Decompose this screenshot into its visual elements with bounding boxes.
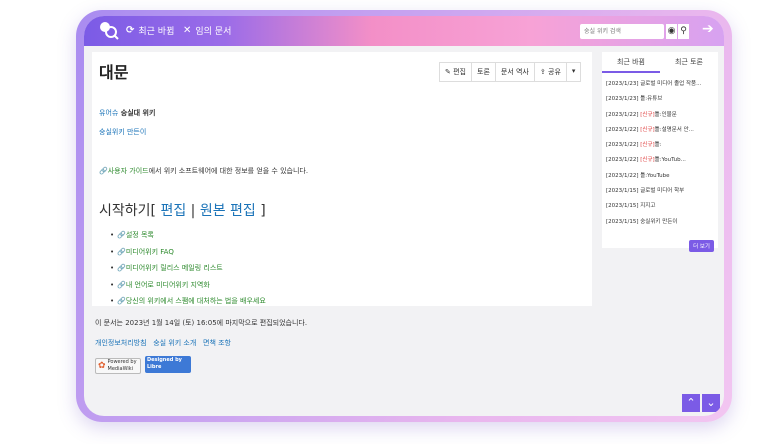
recent-item[interactable]: [2023/1/15] 숭실위키 만든이 <box>606 215 718 230</box>
random-page-link[interactable]: ✕ 임의 문서 <box>183 24 231 37</box>
guide-link[interactable]: 🔗사용자 가이드 <box>99 167 149 175</box>
footer-links: 개인정보처리방침 숭실 위키 소개 면책 조항 <box>95 338 231 348</box>
edit-button[interactable]: ✎ 편집 <box>440 63 472 81</box>
sidebar-recent-panel: 최근 바뀜 최근 토론 [2023/1/23] 글로벌 미디어 졸업 작품...… <box>602 52 718 252</box>
scroll-up-icon[interactable]: ⌃ <box>682 394 700 412</box>
article-content: 대문 ✎ 편집 토론 문서 역사 ⇪ 공유 ▾ 유어슈 숭실대 위키 숭실위키 … <box>92 52 592 306</box>
view-icon[interactable]: ◉ <box>666 24 677 39</box>
section-heading: 시작하기[ 편집 | 원본 편집 ] <box>99 203 266 219</box>
browser-viewport: ⟳ 최근 바뀜 ✕ 임의 문서 ◉ ⚲ ➔ 대문 ✎ 편집 토론 문서 역사 ⇪… <box>84 16 724 416</box>
page-actions: ✎ 편집 토론 문서 역사 ⇪ 공유 ▾ <box>439 62 582 82</box>
page-title: 대문 <box>99 63 129 82</box>
guide-line: 🔗사용자 가이드에서 위키 소프트웨어에 대한 정보를 얻을 수 있습니다. <box>99 167 309 175</box>
last-edited-text: 이 문서는 2023년 1월 14일 (토) 16:05에 마지막으로 편집되었… <box>95 319 308 327</box>
list-item[interactable]: • 🔗당신의 위키에서 스팸에 대처하는 법을 배우세요 <box>110 296 266 306</box>
recent-item[interactable]: [2023/1/22] 틀:YouTube <box>606 169 718 184</box>
list-item[interactable]: • 🔗미디어위키 릴리스 메일링 리스트 <box>110 263 266 273</box>
edit-icon: ✎ <box>445 68 451 76</box>
top-navbar: ⟳ 최근 바뀜 ✕ 임의 문서 ◉ ⚲ ➔ <box>84 16 724 46</box>
scroll-down-icon[interactable]: ⌄ <box>702 394 720 412</box>
window-frame: ⟳ 최근 바뀜 ✕ 임의 문서 ◉ ⚲ ➔ 대문 ✎ 편집 토론 문서 역사 ⇪… <box>76 10 732 422</box>
designed-by-libre-badge[interactable]: Designed by Libre <box>145 356 191 373</box>
more-button[interactable]: 더 보기 <box>689 240 714 252</box>
list-item[interactable]: • 🔗미디어위키 FAQ <box>110 247 266 257</box>
privacy-link[interactable]: 개인정보처리방침 <box>95 339 147 347</box>
discussion-button[interactable]: 토론 <box>472 63 496 81</box>
disclaimer-link[interactable]: 면책 조항 <box>203 339 231 347</box>
getting-started-list: • 🔗설정 목록 • 🔗미디어위키 FAQ • 🔗미디어위키 릴리스 메일링 리스트 … <box>110 230 266 313</box>
powered-by-mediawiki-badge[interactable]: ✿ Powered by MediaWiki <box>95 358 141 374</box>
heading-source-edit-link[interactable]: 원본 편집 <box>200 203 256 219</box>
recent-item[interactable]: [2023/1/23] 글로벌 미디어 졸업 작품... <box>606 77 718 92</box>
page-footer: 이 문서는 2023년 1월 14일 (토) 16:05에 마지막으로 편집되었… <box>92 306 592 374</box>
maker-link[interactable]: 숭실위키 만든이 <box>99 127 146 137</box>
more-actions-dropdown[interactable]: ▾ <box>567 63 581 81</box>
recent-item[interactable]: [2023/1/22] [신규]틀:YouTub... <box>606 153 718 168</box>
search-input[interactable] <box>580 24 664 39</box>
mediawiki-logo-icon: ✿ <box>98 360 106 371</box>
list-item[interactable]: • 🔗내 언어로 미디어위키 지역화 <box>110 280 266 290</box>
recent-item[interactable]: [2023/1/23] 틀:유튜브 <box>606 92 718 107</box>
search-icon[interactable]: ⚲ <box>678 24 689 39</box>
shuffle-icon: ✕ <box>183 25 192 36</box>
recent-item[interactable]: [2023/1/15] 지지고 <box>606 199 718 214</box>
recent-item[interactable]: [2023/1/15] 글로벌 미디어 학부 <box>606 184 718 199</box>
recent-item[interactable]: [2023/1/22] [신규]틀:인물문 <box>606 108 718 123</box>
tab-recent-changes[interactable]: 최근 바뀜 <box>602 52 660 73</box>
about-link[interactable]: 숭실 위키 소개 <box>153 339 196 347</box>
recent-item[interactable]: [2023/1/22] [신규]틀: <box>606 138 718 153</box>
list-item[interactable]: • 🔗설정 목록 <box>110 230 266 240</box>
history-button[interactable]: 문서 역사 <box>496 63 535 81</box>
wiki-logo-icon[interactable] <box>98 19 120 41</box>
tab-recent-discussions[interactable]: 최근 토론 <box>660 52 718 73</box>
recent-changes-list: [2023/1/23] 글로벌 미디어 졸업 작품... [2023/1/23]… <box>602 73 718 230</box>
refresh-icon: ⟳ <box>126 25 135 36</box>
recent-changes-link[interactable]: ⟳ 최근 바뀜 <box>126 24 174 37</box>
heading-edit-link[interactable]: 편집 <box>160 203 186 219</box>
recent-item[interactable]: [2023/1/22] [신규]틀:설명문서 안... <box>606 123 718 138</box>
login-icon[interactable]: ➔ <box>702 21 714 37</box>
sidebar-tabs: 최근 바뀜 최근 토론 <box>602 52 718 73</box>
intro-line: 유어슈 숭실대 위키 <box>99 109 156 117</box>
share-button[interactable]: ⇪ 공유 <box>535 63 567 81</box>
share-icon: ⇪ <box>539 68 546 76</box>
intro-link[interactable]: 유어슈 <box>99 109 118 117</box>
